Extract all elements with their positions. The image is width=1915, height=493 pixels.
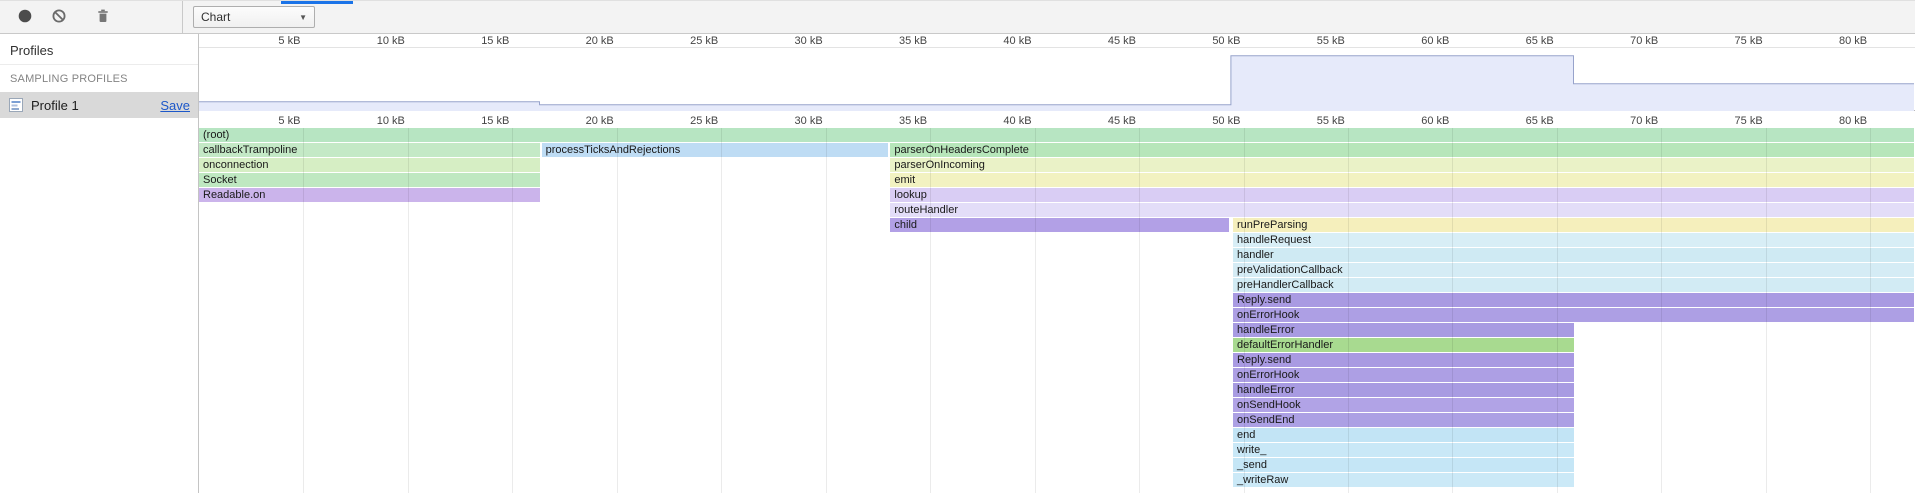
ruler-tick-label: 55 kB [1285,35,1345,47]
ruler-tick-label: 5 kB [240,35,300,47]
ruler-tick-label: 15 kB [449,35,509,47]
ruler-tick-label: 10 kB [345,35,405,47]
ruler-tick-label: 35 kB [867,35,927,47]
overview-area-chart [199,49,1914,111]
sidebar: Profiles SAMPLING PROFILES Profile 1 Sav… [0,34,199,493]
flame-bar[interactable]: handleError [1233,323,1574,337]
flame-bar[interactable]: parserOnIncoming [890,158,1914,172]
flame-bar[interactable]: child [890,218,1228,232]
chevron-down-icon: ▼ [299,13,307,22]
clear-icon [51,8,67,27]
ruler-main: 5 kB 10 kB 15 kB 20 kB 25 kB 30 kB 35 kB 40 kB 4… [199,112,1915,128]
ruler-top: 5 kB 10 kB 15 kB 20 kB 25 kB 30 kB 35 kB 40 kB 4… [199,34,1915,48]
flame-bar[interactable]: Readable.on [199,188,540,202]
flame-bar[interactable]: Reply.send [1233,353,1574,367]
flame-bar[interactable]: Socket [199,173,540,187]
flame-bar[interactable]: onSendEnd [1233,413,1574,427]
grid-line [617,128,618,493]
view-mode-select[interactable]: Chart ▼ [193,6,315,28]
flame-bar[interactable]: handler [1233,248,1914,262]
flame-bar[interactable]: Reply.send [1233,293,1914,307]
flame-bar[interactable]: onErrorHook [1233,368,1574,382]
grid-line [721,128,722,493]
flame-bar[interactable]: preHandlerCallback [1233,278,1914,292]
flame-bar[interactable]: onErrorHook [1233,308,1914,322]
record-icon [17,8,33,27]
ruler-tick-label: 25 kB [658,115,718,127]
ruler-tick-label: 70 kB [1598,115,1658,127]
flame-bar[interactable]: onSendHook [1233,398,1574,412]
flame-bar[interactable]: parserOnHeadersComplete [890,143,1914,157]
ruler-tick-label: 40 kB [972,35,1032,47]
tab-indicator [281,1,353,4]
ruler-tick-label: 80 kB [1807,35,1867,47]
flame-bar[interactable]: _writeRaw [1233,473,1574,487]
ruler-tick-label: 65 kB [1494,35,1554,47]
clear-profiles-button[interactable] [44,3,74,31]
ruler-tick-label: 30 kB [763,35,823,47]
flame-bar[interactable]: handleRequest [1233,233,1914,247]
profile-item[interactable]: Profile 1 Save [0,92,198,118]
flame-bar[interactable]: emit [890,173,1914,187]
trash-icon [95,8,111,27]
ruler-tick-label: 25 kB [658,35,718,47]
ruler-tick-label: 15 kB [449,115,509,127]
ruler-tick-label: 45 kB [1076,115,1136,127]
flame-bar[interactable]: handleError [1233,383,1574,397]
ruler-tick-label: 5 kB [240,115,300,127]
flame-bar[interactable]: onconnection [199,158,540,172]
overview-band[interactable] [199,49,1915,111]
ruler-tick-label: 40 kB [972,115,1032,127]
flame-chart: 5 kB 10 kB 15 kB 20 kB 25 kB 30 kB 35 kB 40 kB 4… [199,34,1915,493]
flame-bar[interactable]: defaultErrorHandler [1233,338,1574,352]
ruler-tick-label: 55 kB [1285,115,1345,127]
delete-profile-button[interactable] [88,3,118,31]
ruler-tick-label: 80 kB [1807,115,1867,127]
flame-bar[interactable]: runPreParsing [1233,218,1914,232]
memory-profiler-panel: Chart ▼ Profiles SAMPLING PROFILES Profi… [0,0,1915,493]
ruler-tick-label: 50 kB [1180,35,1240,47]
record-button[interactable] [10,3,40,31]
ruler-tick-label: 60 kB [1389,115,1449,127]
toolbar: Chart ▼ [0,1,1915,34]
ruler-tick-label: 65 kB [1494,115,1554,127]
flame-bar[interactable]: write_ [1233,443,1574,457]
ruler-tick-label: 75 kB [1703,115,1763,127]
view-mode-value: Chart [201,10,230,24]
ruler-tick-label: 75 kB [1703,35,1763,47]
flame-bar[interactable]: processTicksAndRejections [542,143,889,157]
flame-bar[interactable]: routeHandler [890,203,1914,217]
ruler-tick-label: 20 kB [554,115,614,127]
ruler-tick-label: 60 kB [1389,35,1449,47]
flame-bar[interactable]: (root) [199,128,1914,142]
flame-bar[interactable]: _send [1233,458,1574,472]
toolbar-separator [182,1,183,33]
ruler-tick-label: 70 kB [1598,35,1658,47]
ruler-tick-label: 20 kB [554,35,614,47]
ruler-tick-label: 35 kB [867,115,927,127]
profile-icon [8,97,24,113]
grid-line [826,128,827,493]
ruler-tick-label: 10 kB [345,115,405,127]
ruler-tick-label: 30 kB [763,115,823,127]
sampling-profiles-section-label: SAMPLING PROFILES [0,65,198,92]
profile-name: Profile 1 [31,98,79,113]
flame-rows: (root)callbackTrampolineprocessTicksAndR… [199,128,1915,493]
ruler-tick-label: 45 kB [1076,35,1136,47]
flame-bar[interactable]: end [1233,428,1574,442]
profiles-header: Profiles [0,34,198,65]
flame-bar[interactable]: preValidationCallback [1233,263,1914,277]
flame-bar[interactable]: callbackTrampoline [199,143,540,157]
flame-bar[interactable]: lookup [890,188,1914,202]
ruler-tick-label: 50 kB [1180,115,1240,127]
save-link[interactable]: Save [160,98,190,113]
